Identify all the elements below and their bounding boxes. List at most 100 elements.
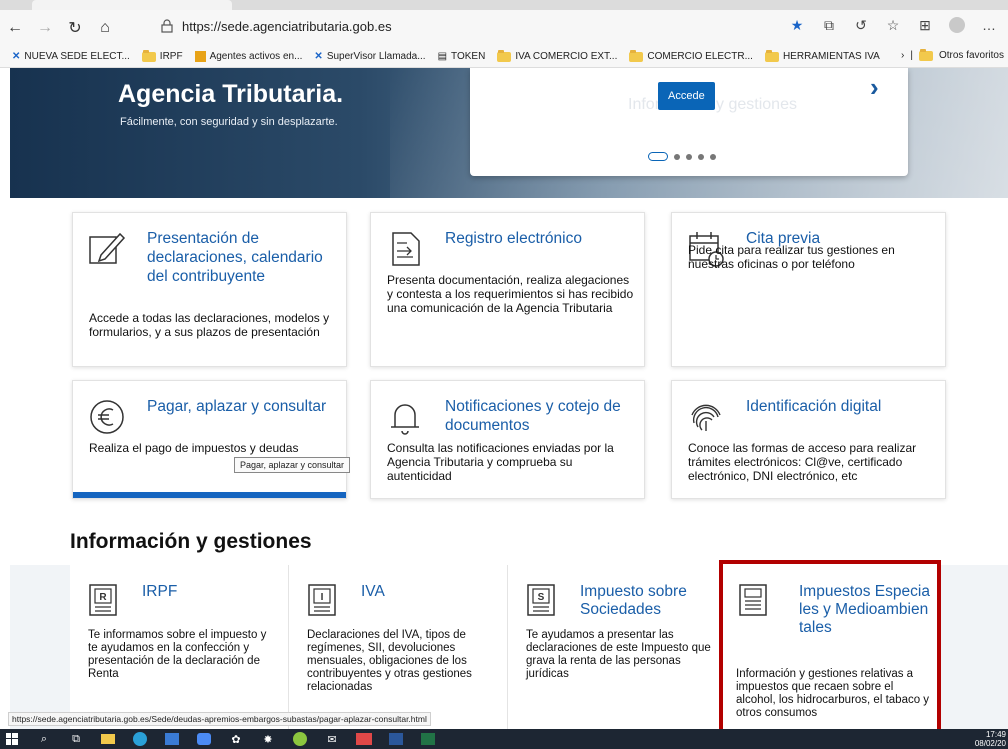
card-desc: Realiza el pago de impuestos y deudas	[89, 441, 299, 455]
tab-strip	[0, 0, 1008, 10]
info-desc: Declaraciones del IVA, tipos de regímene…	[307, 629, 472, 693]
document-s-icon: S	[527, 584, 555, 616]
word-icon[interactable]	[384, 729, 408, 749]
file-explorer-icon[interactable]	[96, 729, 120, 749]
pencil-square-icon	[89, 232, 126, 264]
clock[interactable]: 17:49 08/02/20	[966, 729, 1006, 749]
folder-icon	[141, 49, 156, 62]
bookmark-item[interactable]: ✕ NUEVA SEDE ELECT...	[12, 51, 130, 62]
card-notificaciones[interactable]: Notificaciones y cotejo de documentos Co…	[370, 380, 645, 499]
info-desc: Te informamos sobre el impuesto y te ayu…	[88, 629, 267, 680]
network-icon[interactable]: ✿	[224, 729, 248, 749]
tooltip: Pagar, aplazar y consultar	[234, 457, 351, 473]
home-icon[interactable]: ⌂	[90, 13, 120, 43]
folder-icon	[764, 49, 779, 62]
chevron-right-icon[interactable]: ›	[870, 72, 879, 103]
highlight-box	[719, 560, 941, 749]
browser-tab[interactable]	[32, 0, 232, 10]
card-desc: Consulta las notificaciones enviadas por…	[387, 441, 614, 483]
card-pagar[interactable]: Pagar, aplazar y consultar Realiza el pa…	[72, 380, 347, 499]
toolbar-right: ★ ⧉ ↺ ☆ ⊞ …	[784, 12, 1002, 38]
document-r-icon: R	[89, 584, 117, 616]
bookmarks-bar: ✕ NUEVA SEDE ELECT... IRPF Agentes activo…	[0, 46, 1008, 68]
bookmark-item[interactable]: COMERCIO ELECTR...	[629, 49, 753, 62]
info-sociedades[interactable]: S Impuesto sobre Sociedades Te ayudamos …	[508, 565, 720, 729]
info-title: IRPF	[142, 583, 178, 600]
card-presentacion[interactable]: Presentación de declaraciones, calendari…	[72, 212, 347, 367]
excel-icon[interactable]	[416, 729, 440, 749]
app-icon[interactable]	[352, 729, 376, 749]
carousel-dot[interactable]	[648, 152, 668, 161]
aeat-logo-icon: ✕	[314, 51, 323, 62]
taskbar: ⌕ ⧉ ✿ ✸ ✉	[0, 729, 1008, 749]
collections-icon[interactable]: ⊞	[912, 12, 938, 38]
info-title: Impuesto sobre Sociedades	[580, 583, 687, 618]
euro-circle-icon	[90, 400, 124, 434]
carousel-dot[interactable]	[710, 153, 716, 160]
folder-icon	[918, 48, 933, 61]
app-icon[interactable]	[160, 729, 184, 749]
info-title: IVA	[361, 583, 385, 600]
svg-text:R: R	[99, 592, 107, 603]
card-title: Pagar, aplazar y consultar	[147, 398, 327, 415]
url-text: https://sede.agenciatributaria.gob.es	[182, 18, 392, 34]
extension-icon[interactable]: ⧉	[816, 12, 842, 38]
svg-text:S: S	[538, 592, 545, 603]
carousel-panel: Información y gestiones Accede ›	[470, 68, 908, 176]
hero-title: Agencia Tributaria.	[118, 80, 344, 108]
card-identificacion[interactable]: Identificación digital Conoce las formas…	[671, 380, 946, 499]
carousel-dots	[648, 152, 716, 161]
other-favorites[interactable]: › | Otros favoritos	[901, 48, 1004, 61]
document-i-icon: I	[308, 584, 336, 616]
bookmark-item[interactable]: ✕ SuperVisor Llamada...	[314, 51, 425, 62]
hero-subtitle: Fácilmente, con seguridad y sin desplaza…	[120, 116, 338, 128]
more-icon[interactable]: …	[976, 12, 1002, 38]
task-view-icon[interactable]: ⧉	[64, 729, 88, 749]
bookmark-item[interactable]: ▤ TOKEN	[438, 51, 486, 62]
accede-button[interactable]: Accede	[658, 82, 715, 110]
card-title: Presentación de declaraciones, calendari…	[147, 230, 323, 285]
windows-start-icon[interactable]	[0, 729, 24, 749]
mail-icon[interactable]: ✉	[320, 729, 344, 749]
fingerprint-icon	[691, 404, 721, 431]
card-desc: Pide cita para realizar tus gestiones en…	[688, 243, 895, 271]
carousel-dot[interactable]	[674, 153, 680, 160]
back-icon[interactable]: ←	[0, 13, 30, 43]
bookmark-item[interactable]: IRPF	[141, 49, 183, 62]
app-icon[interactable]: ✸	[256, 729, 280, 749]
card-cita[interactable]: Cita previa Pide cita para realizar tus …	[671, 212, 946, 367]
bookmark-item[interactable]: IVA COMERCIO EXT...	[497, 49, 617, 62]
active-card-bar	[73, 492, 346, 498]
info-desc: Te ayudamos a presentar las declaracione…	[526, 629, 711, 680]
favorites-icon[interactable]: ☆	[880, 12, 906, 38]
chat-icon[interactable]	[192, 729, 216, 749]
refresh-page-icon[interactable]: ↺	[848, 12, 874, 38]
carousel-dot[interactable]	[686, 153, 692, 160]
app-icon[interactable]	[288, 729, 312, 749]
chevron-right-icon: ›	[901, 50, 905, 61]
profile-icon[interactable]	[944, 12, 970, 38]
tile-icon	[194, 51, 206, 62]
document-arrow-icon	[392, 232, 420, 266]
card-title: Identificación digital	[746, 398, 882, 415]
lock-icon	[161, 19, 173, 33]
bell-icon	[391, 404, 419, 435]
search-icon[interactable]: ⌕	[32, 729, 56, 749]
bookmark-item[interactable]: Agentes activos en...	[194, 51, 302, 62]
forward-icon[interactable]: →	[30, 13, 60, 43]
info-irpf[interactable]: R IRPF Te informamos sobre el impuesto y…	[70, 565, 289, 729]
edge-icon[interactable]	[128, 729, 152, 749]
page-icon: ▤	[437, 51, 448, 62]
bookmark-item[interactable]: HERRAMIENTAS IVA	[764, 49, 880, 62]
hero-banner: Agencia Tributaria. Fácilmente, con segu…	[10, 68, 1008, 198]
star-icon[interactable]: ★	[784, 12, 810, 38]
carousel-dot[interactable]	[698, 153, 704, 160]
card-registro[interactable]: Registro electrónico Presenta documentac…	[370, 212, 645, 367]
aeat-logo-icon: ✕	[12, 51, 21, 62]
info-iva[interactable]: I IVA Declaraciones del IVA, tipos de re…	[289, 565, 508, 729]
section-title: Información y gestiones	[70, 530, 312, 553]
refresh-icon[interactable]: ↻	[60, 13, 90, 43]
address-bar[interactable]: https://sede.agenciatributaria.gob.es	[160, 14, 760, 38]
card-desc: Presenta documentación, realiza alegacio…	[387, 273, 634, 315]
folder-icon	[497, 49, 512, 62]
